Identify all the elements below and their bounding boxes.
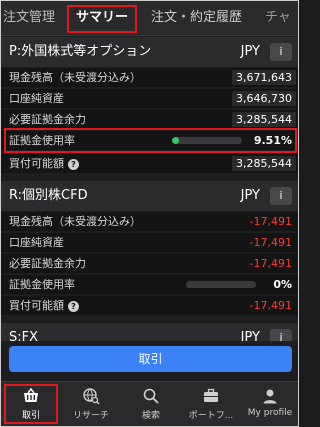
row-label-text: 買付可能額 <box>9 157 64 170</box>
table-row: 必要証拠金余力 -17,491 <box>1 254 298 273</box>
highlight-trade-nav <box>4 384 58 424</box>
row-value: -17,491 <box>249 215 292 228</box>
nav-label: 検索 <box>141 411 160 421</box>
nav-item-profile[interactable]: My profile <box>240 382 298 426</box>
row-value: 3,646,730 <box>232 91 296 106</box>
help-icon[interactable]: ? <box>68 300 79 312</box>
highlight-summary-tab <box>67 5 137 33</box>
globe-search-icon <box>61 387 121 405</box>
section-currency: JPY <box>240 188 260 203</box>
trade-button[interactable]: 取引 <box>9 346 292 372</box>
help-icon[interactable]: ? <box>68 158 79 170</box>
table-row: 現金残高（未受渡分込み） -17,491 <box>1 212 298 231</box>
app-screen: 注文管理 サマリー 注文・約定履歴 チャ P:外国株式等オプション JPY i … <box>0 0 299 427</box>
table-row: 必要証拠金余力 3,285,544 <box>1 110 298 129</box>
section-title: P:外国株式等オプション <box>9 44 152 59</box>
section-currency: JPY <box>240 44 260 59</box>
person-icon <box>240 387 298 405</box>
briefcase-icon <box>181 387 241 405</box>
top-tab-bar: 注文管理 サマリー 注文・約定履歴 チャ <box>1 1 298 36</box>
row-value: -17,491 <box>249 299 292 312</box>
row-label: 必要証拠金余力 <box>9 257 86 270</box>
highlight-margin-usage-row <box>4 128 297 153</box>
row-label-text: 買付可能額 <box>9 299 64 312</box>
row-label: 口座純資産 <box>9 236 64 249</box>
nav-label: リサーチ <box>72 411 109 421</box>
row-label: 現金残高（未受渡分込み） <box>9 71 141 84</box>
table-row: 買付可能額? 3,285,544 <box>1 154 298 173</box>
tab-order-history[interactable]: 注文・約定履歴 <box>151 1 261 35</box>
row-label: 買付可能額? <box>9 154 79 173</box>
nav-item-research[interactable]: リサーチ <box>61 382 121 426</box>
row-value: -17,491 <box>249 236 292 249</box>
info-button[interactable]: i <box>270 187 292 205</box>
row-value: 3,285,544 <box>232 156 296 171</box>
table-row: 口座純資産 3,646,730 <box>1 89 298 108</box>
row-value: 3,671,643 <box>232 70 296 85</box>
row-label: 証拠金使用率 <box>9 278 75 291</box>
table-row: 現金残高（未受渡分込み） 3,671,643 <box>1 68 298 87</box>
table-row: 買付可能額? -17,491 <box>1 296 298 315</box>
margin-usage-gauge <box>186 281 256 288</box>
table-row: 口座純資産 -17,491 <box>1 233 298 252</box>
row-value: -17,491 <box>249 257 292 270</box>
row-value: 3,285,544 <box>232 112 296 127</box>
row-label: 現金残高（未受渡分込み） <box>9 215 141 228</box>
tab-order-management[interactable]: 注文管理 <box>3 1 63 35</box>
nav-item-search[interactable]: 検索 <box>121 382 181 426</box>
info-button[interactable]: i <box>270 43 292 61</box>
search-icon <box>121 387 181 405</box>
margin-usage-row: 証拠金使用率 0% <box>1 275 298 294</box>
section-title: R:個別株CFD <box>9 188 88 203</box>
row-label: 口座純資産 <box>9 92 64 105</box>
tab-chart[interactable]: チャ <box>265 1 298 35</box>
section-header-p: P:外国株式等オプション JPY i <box>1 37 298 67</box>
row-label: 買付可能額? <box>9 296 79 315</box>
row-value: 0% <box>273 278 292 291</box>
section-header-r: R:個別株CFD JPY i <box>1 181 298 211</box>
nav-label: My profile <box>247 408 293 418</box>
nav-label: ポートフ... <box>188 411 234 421</box>
row-label: 必要証拠金余力 <box>9 113 86 126</box>
nav-item-portfolio[interactable]: ポートフ... <box>181 382 241 426</box>
